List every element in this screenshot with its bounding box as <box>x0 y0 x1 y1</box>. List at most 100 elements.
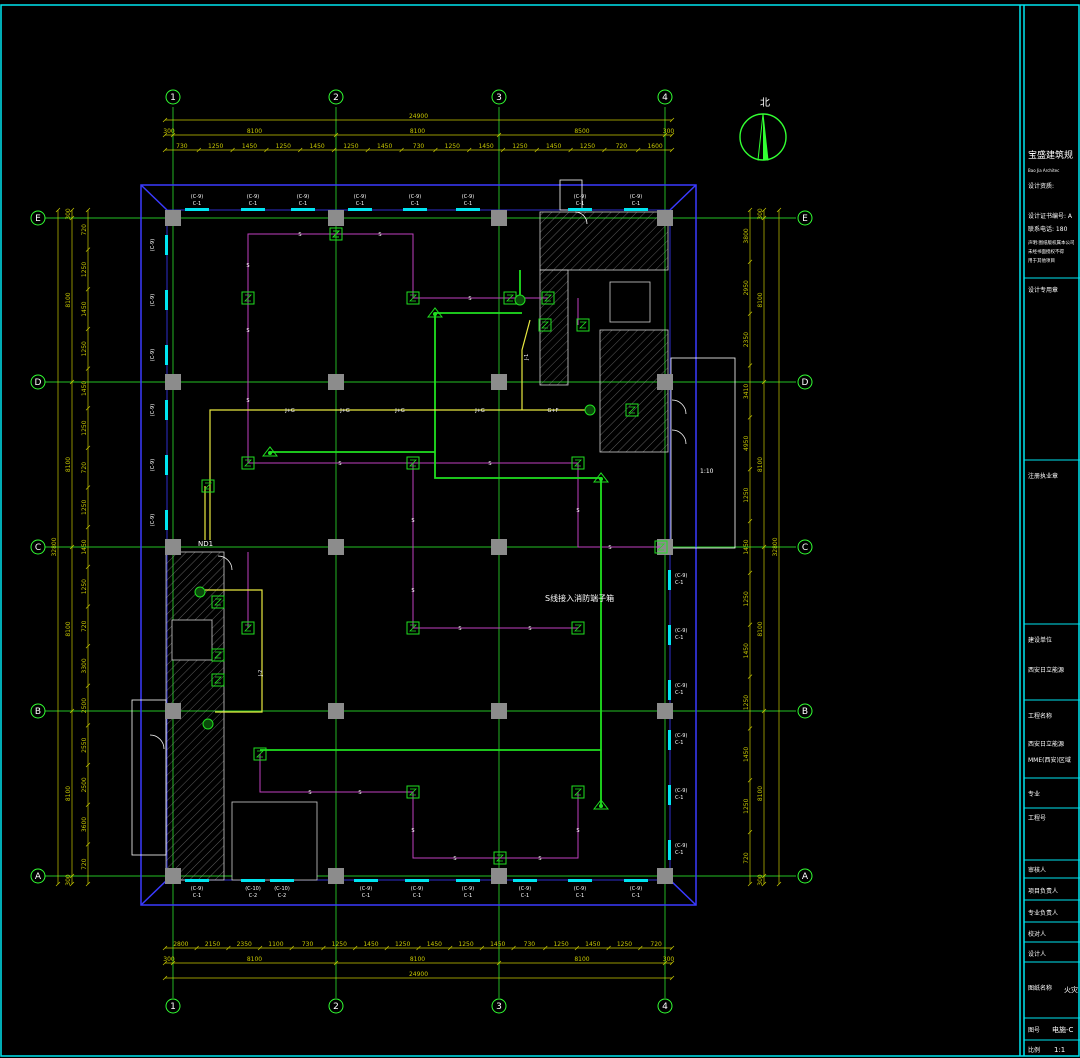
dimension-text: 1250 <box>81 262 88 277</box>
smoke-detector-icon <box>201 479 215 493</box>
dimension-text: 1450 <box>546 143 561 150</box>
wire-run <box>412 792 579 859</box>
dimension-text: 8100 <box>574 956 589 963</box>
wire-run <box>209 409 588 540</box>
window-tag: (C-9)C-1 <box>354 879 378 899</box>
column <box>328 374 344 390</box>
dimension-text: 300 <box>65 874 72 886</box>
dimension-text: 2950 <box>743 280 750 295</box>
svg-text:(C-9): (C-9) <box>191 194 203 200</box>
svg-text:(C-9): (C-9) <box>630 194 642 200</box>
discipline-lead-label: 专业负责人 <box>1028 909 1058 917</box>
dimension-text: 300 <box>663 956 675 963</box>
dimension-text: 1450 <box>377 143 392 150</box>
drawing-name-label: 图纸名称 <box>1028 984 1052 992</box>
window-tag: (C-9) <box>150 345 168 365</box>
svg-text:S: S <box>458 626 461 632</box>
column <box>491 539 507 555</box>
window-tag: (C-9) <box>150 510 168 530</box>
svg-text:S: S <box>308 790 311 796</box>
dimension-text: 1250 <box>743 487 750 502</box>
column <box>491 374 507 390</box>
project-name-label: 工程名称 <box>1028 712 1052 720</box>
scale-value: 1:1 <box>1054 1046 1065 1054</box>
svg-text:S: S <box>576 508 579 514</box>
axis-bubbles: 1 1 2 2 3 3 4 4 E E D D C C B B A A <box>30 89 813 1014</box>
svg-text:(C-9): (C-9) <box>462 886 474 892</box>
svg-text:E: E <box>802 214 808 224</box>
svg-text:C-1: C-1 <box>576 893 584 899</box>
svg-text:(C-9): (C-9) <box>360 886 372 892</box>
dimension-text: 1450 <box>309 143 324 150</box>
dimension-text: 300 <box>163 956 175 963</box>
dimension-text: 1250 <box>81 579 88 594</box>
svg-text:S: S <box>411 828 414 834</box>
svg-text:(C-9): (C-9) <box>354 194 366 200</box>
svg-text:(C-10): (C-10) <box>245 886 261 892</box>
svg-text:C-1: C-1 <box>675 795 683 801</box>
cad-drawing-canvas[interactable]: 北 1 1 2 2 3 3 4 4 E E D D C C B B A A 24900 300 8100 8100 850… <box>0 0 1080 1058</box>
dimension-text: 8500 <box>574 128 589 135</box>
column <box>657 374 673 390</box>
window-tag: (C-9)C-1 <box>668 570 687 590</box>
window-tag: (C-9)C-1 <box>568 879 592 899</box>
svg-text:(C-9): (C-9) <box>150 294 156 306</box>
dimension-text: 8100 <box>757 292 764 307</box>
disclaimer-note: 声明:图纸版权属本公司 <box>1028 239 1075 246</box>
svg-text:1: 1 <box>170 93 176 103</box>
company-name-en: Bao Jia Architec <box>1028 168 1059 173</box>
core-rooms <box>165 211 669 881</box>
scale-label: 比例 <box>1028 1046 1040 1054</box>
svg-text:(C-9): (C-9) <box>574 194 586 200</box>
svg-text:A: A <box>35 872 42 882</box>
svg-text:(C-9): (C-9) <box>297 194 309 200</box>
axis-bubble-y: D <box>30 374 46 390</box>
column <box>328 210 344 226</box>
dimension-text: 1450 <box>743 747 750 762</box>
dimension-text: 1450 <box>81 301 88 316</box>
svg-text:J-1: J-1 <box>524 354 530 361</box>
io-module-icon <box>584 404 596 416</box>
construction-unit-label: 建设单位 <box>1028 636 1052 644</box>
svg-text:S: S <box>358 790 361 796</box>
window-tag: (C-9)C-1 <box>668 625 687 645</box>
svg-text:2: 2 <box>333 93 339 103</box>
dimension-text: 3410 <box>743 384 750 399</box>
svg-text:C-1: C-1 <box>299 201 307 207</box>
svg-text:(C-9): (C-9) <box>150 459 156 471</box>
dimension-text: 3800 <box>743 228 750 243</box>
dimension-text: 1450 <box>363 941 378 948</box>
window-tag: (C-9)C-1 <box>348 194 372 211</box>
window-tag: (C-9)C-1 <box>668 840 687 860</box>
discipline-label: 专业 <box>1028 790 1040 798</box>
axis-bubble-x: 4 <box>657 89 673 105</box>
column <box>165 539 181 555</box>
dimension-text: 720 <box>743 852 750 864</box>
axis-bubble-x: 2 <box>328 998 344 1014</box>
svg-text:(C-9): (C-9) <box>150 404 156 416</box>
svg-text:(C-9): (C-9) <box>462 194 474 200</box>
svg-text:2: 2 <box>333 1002 339 1012</box>
dimension-text: 1250 <box>458 941 473 948</box>
svg-text:(C-9): (C-9) <box>675 843 687 849</box>
svg-text:J-2: J-2 <box>258 670 264 677</box>
dimension-text: 720 <box>81 462 88 474</box>
column <box>657 210 673 226</box>
svg-text:C-1: C-1 <box>675 635 683 641</box>
dimension-text: 1250 <box>743 798 750 813</box>
dimension-text: 1250 <box>553 941 568 948</box>
svg-text:D: D <box>35 378 42 388</box>
svg-text:E: E <box>35 214 41 224</box>
axis-bubble-x: 2 <box>328 89 344 105</box>
svg-text:J+G: J+G <box>284 408 295 414</box>
wire-run <box>247 233 414 298</box>
svg-text:C-1: C-1 <box>675 850 683 856</box>
axis-bubble-y: D <box>797 374 813 390</box>
dimension-text: 1450 <box>478 143 493 150</box>
window-tag: (C-9) <box>150 235 168 255</box>
svg-text:C-1: C-1 <box>411 201 419 207</box>
contact-phone: 联系电话: 180 <box>1028 225 1068 233</box>
dimension-text: 1250 <box>81 420 88 435</box>
wire-run <box>521 319 531 410</box>
dimension-text: 8100 <box>757 621 764 636</box>
